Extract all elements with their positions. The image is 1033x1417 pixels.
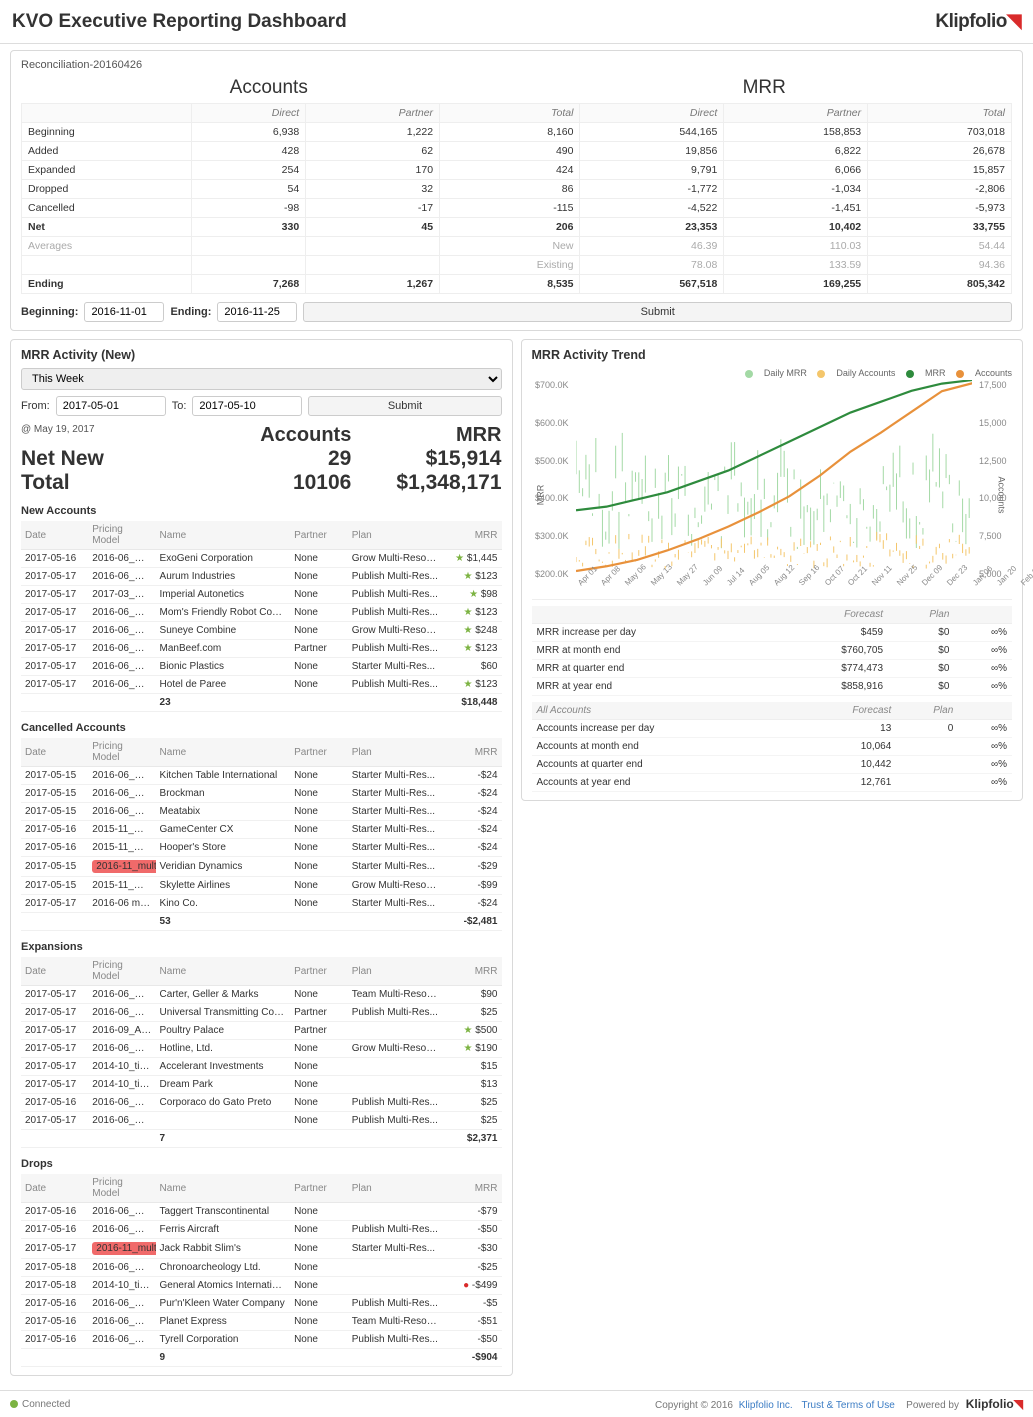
net-new-mrr: $15,914 [351,447,501,471]
recon-table: DirectPartnerTotalDirectPartnerTotal Beg… [21,103,1012,294]
star-icon: ★ [464,571,476,582]
expansions-heading: Expansions [21,941,502,953]
table-row[interactable]: 2017-05-162016-06_multiRe...Tyrell Corpo… [21,1331,502,1349]
table-row[interactable]: 2017-05-172016-09_Agency...Poultry Palac… [21,1022,502,1040]
table-row[interactable]: 2017-05-172016-06_multiRe...Universal Tr… [21,1004,502,1022]
table-row[interactable]: 2017-05-162016-06_multiRe...Planet Expre… [21,1313,502,1331]
table-row[interactable]: 2017-05-172016-06_multiRe...Hotel de Par… [21,676,502,694]
table-row[interactable]: 2017-05-162015-11_multiRe...GameCenter C… [21,821,502,839]
status-dot-icon [10,1400,18,1408]
table-row[interactable]: 2017-05-172016-06_multiRe...Mom's Friend… [21,604,502,622]
col-accounts: Accounts [201,424,351,447]
trend-title: MRR Activity Trend [532,348,1013,362]
table-row[interactable]: 2017-05-152016-11_multiRe...Veridian Dyn… [21,857,502,877]
mrr-heading: MRR [517,77,1013,99]
beginning-label: Beginning: [21,306,78,318]
page-title: KVO Executive Reporting Dashboard [12,11,347,33]
from-label: From: [21,400,50,412]
drops-heading: Drops [21,1158,502,1170]
new-accounts-heading: New Accounts [21,505,502,517]
top-bar: KVO Executive Reporting Dashboard Klipfo… [0,0,1033,44]
connection-status: Connected [22,1399,70,1410]
to-input[interactable] [192,396,302,416]
as-of-timestamp: @ May 19, 2017 [21,424,201,445]
beginning-input[interactable] [84,302,164,322]
table-row[interactable]: 2017-05-172016-11_multiRe...Jack Rabbit … [21,1239,502,1259]
ending-input[interactable] [217,302,297,322]
table-row[interactable]: 2017-05-152016-06_multiRe...BrockmanNone… [21,785,502,803]
to-label: To: [172,400,187,412]
table-row[interactable]: 2017-05-152016-06_multiRe...MeatabixNone… [21,803,502,821]
star-icon: ★ [455,553,467,564]
star-icon: ★ [464,1043,476,1054]
cancelled-heading: Cancelled Accounts [21,722,502,734]
table-row[interactable]: 2017-05-162016-06_multiRe...Corporaco do… [21,1094,502,1112]
trend-panel: MRR Activity Trend Daily MRR Daily Accou… [521,339,1024,801]
net-new-accounts: 29 [201,447,351,471]
star-icon: ★ [464,1025,476,1036]
table-row[interactable]: 2017-05-172017-03_multiRe...Imperial Aut… [21,586,502,604]
mrr-activity-panel: MRR Activity (New) This Week From: To: S… [10,339,513,1376]
activity-title: MRR Activity (New) [21,348,502,362]
star-icon: ★ [464,679,476,690]
total-accounts: 10106 [201,471,351,495]
table-row[interactable]: 2017-05-182016-06_multiRe...Chronoarcheo… [21,1259,502,1277]
expansions-table: DatePricing ModelNamePartnerPlanMRR2017-… [21,957,502,1148]
from-input[interactable] [56,396,166,416]
trend-chart: MRR Accounts $700.0K$600.0K$500.0K$400.0… [532,380,1013,600]
table-row[interactable]: 2017-05-172016-06_multiRe...Suneye Combi… [21,622,502,640]
footer: Connected Copyright © 2016 Klipfolio Inc… [0,1390,1033,1417]
col-mrr: MRR [351,424,501,447]
star-icon: ★ [464,625,476,636]
table-row[interactable]: 2017-05-172016-06_multiRe...Carter, Gell… [21,986,502,1004]
total-mrr: $1,348,171 [351,471,501,495]
table-row[interactable]: 2017-05-172016-06_multiRe...Hotline, Ltd… [21,1040,502,1058]
new-accounts-table: DatePricing ModelNamePartnerPlanMRR2017-… [21,521,502,712]
table-row[interactable]: 2017-05-172014-10_tiered-s...Dream ParkN… [21,1076,502,1094]
table-row[interactable]: 2017-05-152015-11_multiRe...Skylette Air… [21,877,502,895]
recon-title: Reconciliation-20160426 [21,59,1012,71]
table-row[interactable]: 2017-05-182014-10_tiered-s...General Ato… [21,1277,502,1295]
table-row[interactable]: 2017-05-172014-10_tiered-s...Accelerant … [21,1058,502,1076]
forecast-accounts-table: All AccountsForecastPlanAccounts increas… [532,702,1013,792]
net-new-label: Net New [21,447,201,471]
forecast-mrr-table: ForecastPlanMRR increase per day$459$0∞%… [532,606,1013,696]
brand-logo: Klipfolio◥ [935,10,1021,33]
table-row[interactable]: 2017-05-172016-06_multiRe...NonePublish … [21,1112,502,1130]
footer-logo: Klipfolio◥ [966,1397,1023,1411]
table-row[interactable]: 2017-05-162015-11_multiRe...Hooper's Sto… [21,839,502,857]
cancelled-table: DatePricing ModelNamePartnerPlanMRR2017-… [21,738,502,931]
star-icon: ★ [464,607,476,618]
accounts-heading: Accounts [21,77,517,99]
terms-link[interactable]: Trust & Terms of Use [801,1400,894,1411]
table-row[interactable]: 2017-05-172016-06 multiRe...Kino Co.None… [21,895,502,913]
table-row[interactable]: 2017-05-162016-06_multiRe...Pur'n'Kleen … [21,1295,502,1313]
table-row[interactable]: 2017-05-162016-06_multiRe...Ferris Aircr… [21,1221,502,1239]
chart-legend: Daily MRR Daily Accounts MRR Accounts [532,368,1013,378]
drops-table: DatePricing ModelNamePartnerPlanMRR2017-… [21,1174,502,1367]
warning-icon: ● [463,1280,472,1291]
total-label: Total [21,471,201,495]
star-icon: ★ [464,643,476,654]
table-row[interactable]: 2017-05-172016-06_multiRe...ManBeef.comP… [21,640,502,658]
table-row[interactable]: 2017-05-162016-06_multiRe...ExoGeni Corp… [21,550,502,568]
table-row[interactable]: 2017-05-152016-06_multiRe...Kitchen Tabl… [21,767,502,785]
brand-link[interactable]: Klipfolio Inc. [739,1400,793,1411]
reconciliation-panel: Reconciliation-20160426 Accounts MRR Dir… [10,50,1023,331]
recon-submit-button[interactable]: Submit [303,302,1012,322]
star-icon: ★ [469,589,481,600]
table-row[interactable]: 2017-05-162016-06_multiRe...Taggert Tran… [21,1203,502,1221]
ending-label: Ending: [170,306,211,318]
range-select[interactable]: This Week [21,368,502,390]
activity-submit-button[interactable]: Submit [308,396,501,416]
table-row[interactable]: 2017-05-172016-06_multiRe...Bionic Plast… [21,658,502,676]
table-row[interactable]: 2017-05-172016-06_multiRe...Aurum Indust… [21,568,502,586]
